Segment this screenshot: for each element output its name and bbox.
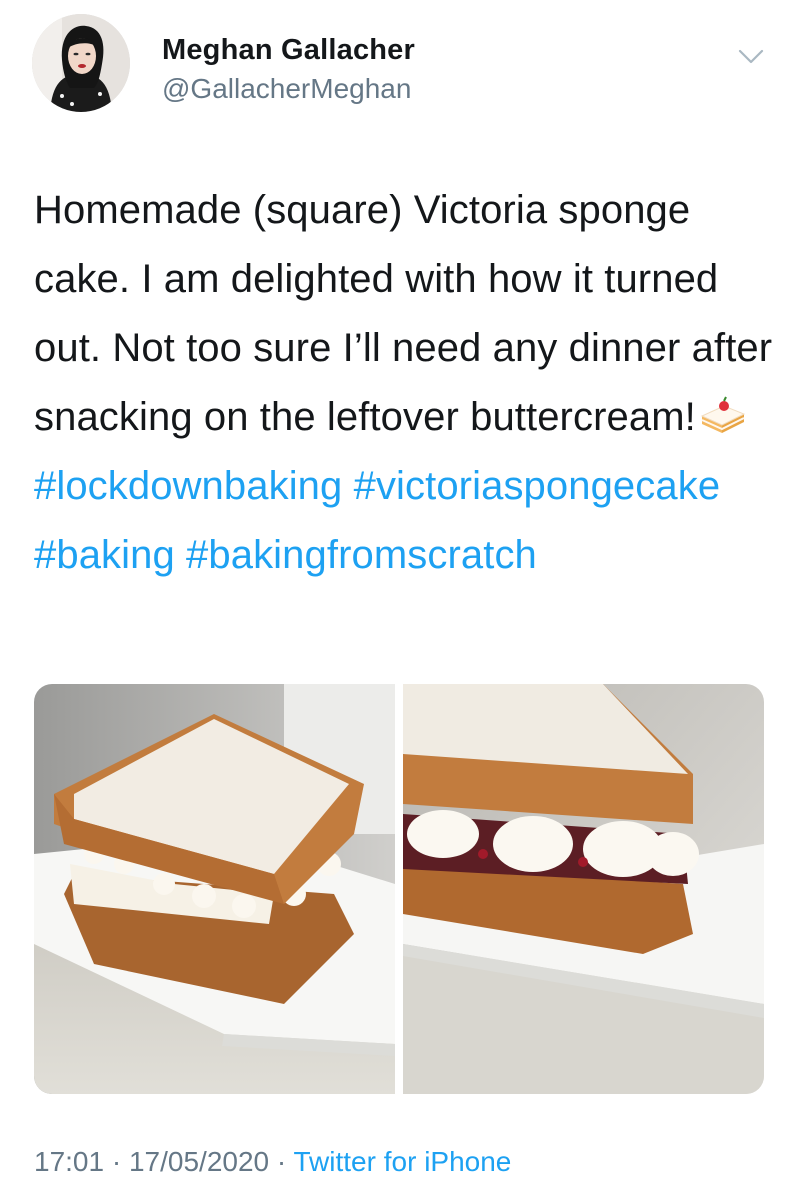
user-handle[interactable]: @GallacherMeghan <box>162 73 415 105</box>
hashtag-victoriaspongecake[interactable]: #victoriaspongecake <box>354 464 721 508</box>
display-name[interactable]: Meghan Gallacher <box>162 34 415 67</box>
hashtag-bakingfromscratch[interactable]: #bakingfromscratch <box>186 533 537 577</box>
chevron-down-icon[interactable] <box>738 48 764 66</box>
cake-photo-2-image <box>403 684 764 1094</box>
tweet-footer: 17:01 · 17/05/2020 · Twitter for iPhone <box>34 1146 511 1178</box>
avatar[interactable] <box>32 14 130 112</box>
tweet-date[interactable]: 17/05/2020 <box>129 1146 269 1177</box>
tweet-text-intro: Homemade (square) Victoria sponge cake. … <box>34 188 773 439</box>
hashtag-lockdownbaking[interactable]: #lockdownbaking <box>34 464 342 508</box>
tweet-time[interactable]: 17:01 <box>34 1146 104 1177</box>
avatar-image <box>32 14 130 112</box>
shortcake-icon <box>700 387 746 433</box>
footer-separator: · <box>276 1146 287 1177</box>
media-grid <box>34 684 764 1094</box>
footer-separator: · <box>111 1146 122 1177</box>
tweet-card: Meghan Gallacher @GallacherMeghan Homema… <box>0 0 798 1200</box>
cake-photo-1-image <box>34 684 395 1094</box>
tweet-source-link[interactable]: Twitter for iPhone <box>294 1146 512 1177</box>
cake-photo-2[interactable] <box>403 684 764 1094</box>
hashtag-baking[interactable]: #baking <box>34 533 175 577</box>
tweet-text: Homemade (square) Victoria sponge cake. … <box>34 176 774 590</box>
cake-photo-1[interactable] <box>34 684 395 1094</box>
tweet-header: Meghan Gallacher @GallacherMeghan <box>32 14 772 134</box>
user-names[interactable]: Meghan Gallacher @GallacherMeghan <box>162 34 415 105</box>
